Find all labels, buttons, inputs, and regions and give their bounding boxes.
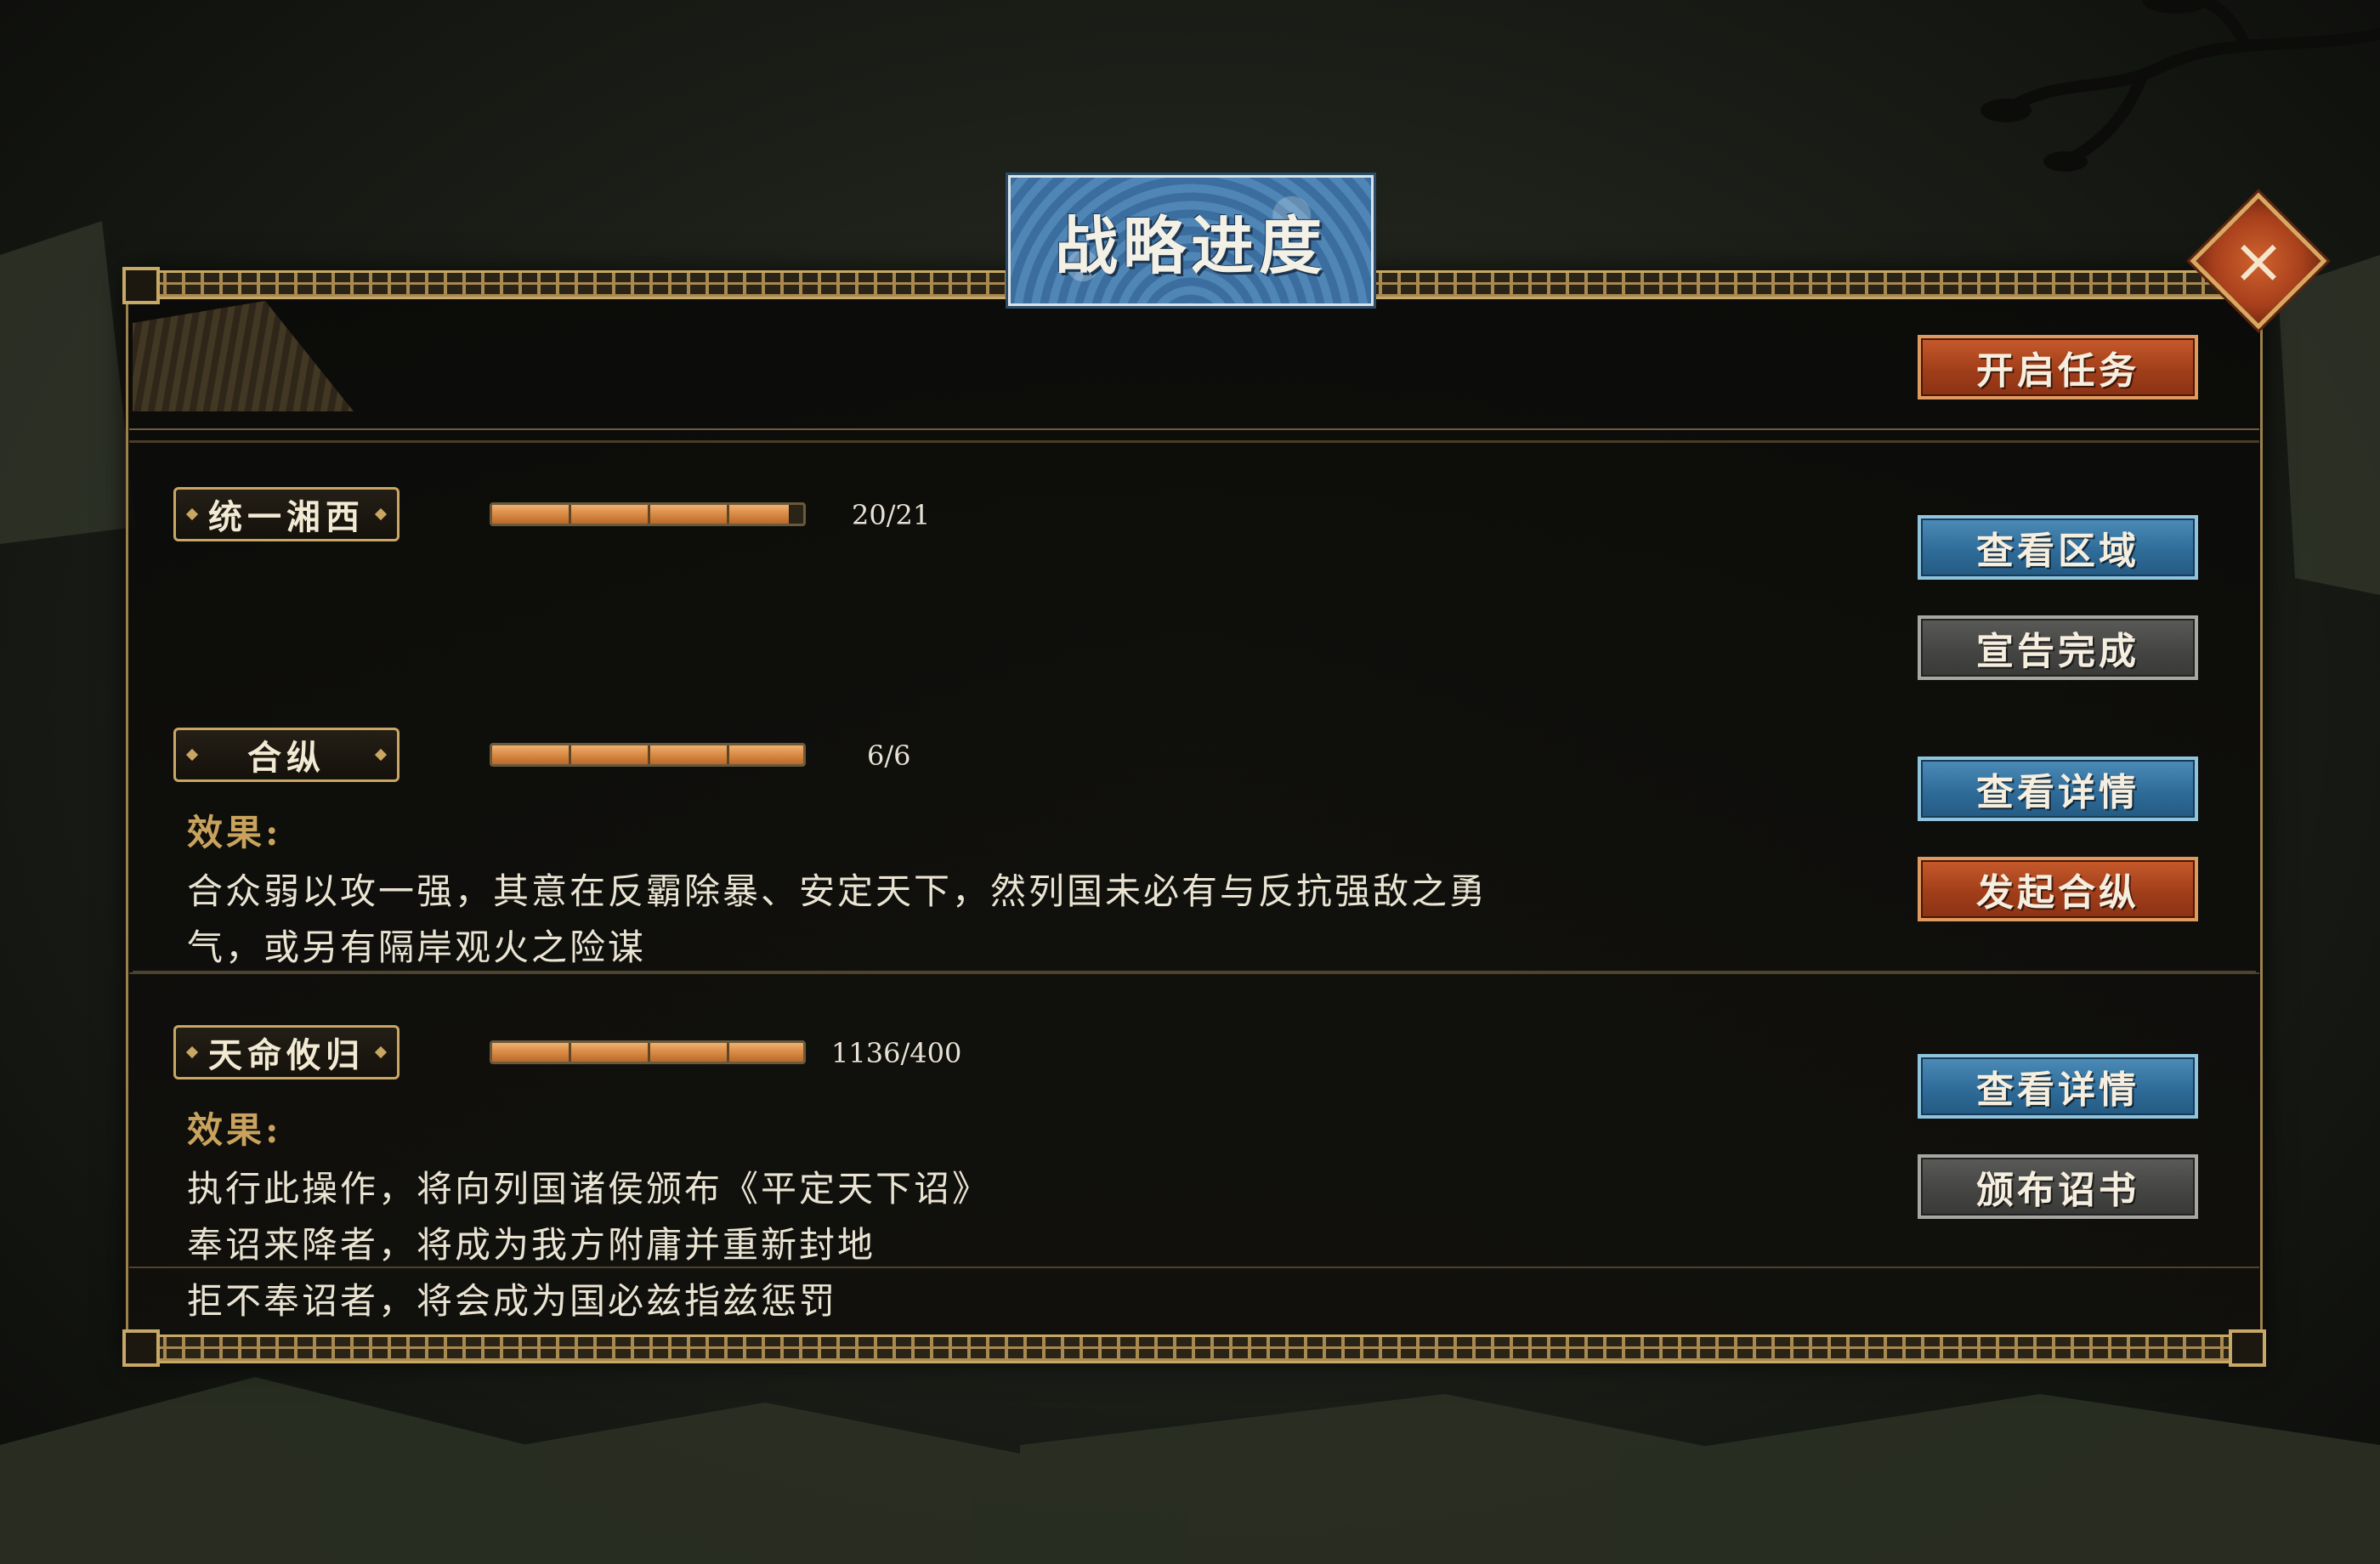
strategy-progress-panel: 开启任务 统一湘西 20/21 查看区域 宣告完成 合纵 6/6 效果: 合众弱… [122, 267, 2266, 1367]
declare-complete-button[interactable]: 宣告完成 [1918, 615, 2198, 680]
issue-edict-label: 颁布诏书 [1976, 1169, 2139, 1212]
section-divider [129, 1266, 2259, 1268]
effect-label: 效果: [187, 1109, 282, 1151]
effect-description-line: 执行此操作，将向列国诸侯颁布《平定天下诏》 [187, 1168, 991, 1210]
view-details-label: 查看详情 [1976, 771, 2139, 814]
corner-ornament [2229, 1329, 2266, 1367]
task-progress-bar [490, 1040, 806, 1064]
issue-edict-button[interactable]: 颁布诏书 [1918, 1154, 2198, 1219]
view-region-button[interactable]: 查看区域 [1918, 515, 2198, 580]
view-region-label: 查看区域 [1976, 530, 2139, 573]
task-progress-bar [490, 743, 806, 767]
task-progress-count: 1136/400 [831, 1037, 962, 1069]
start-task-label: 开启任务 [1976, 349, 2139, 393]
effect-description-line: 拒不奉诏者，将会成为国必兹指兹惩罚 [187, 1280, 838, 1319]
task-list-scroll[interactable]: 统一湘西 20/21 查看区域 宣告完成 合纵 6/6 效果: 合众弱以攻一强，… [129, 423, 2259, 1319]
task-progress-bar [490, 502, 806, 526]
book-scroll-decoration [133, 301, 354, 411]
task-progress-fill [492, 505, 789, 524]
effect-label: 效果: [187, 812, 282, 853]
task-progress-count: 6/6 [867, 740, 911, 772]
start-task-button[interactable]: 开启任务 [1918, 335, 2198, 400]
declare-complete-label: 宣告完成 [1976, 630, 2139, 673]
view-details-label: 查看详情 [1976, 1068, 2139, 1112]
panel-side-right [2260, 299, 2263, 1334]
launch-alliance-label: 发起合纵 [1976, 871, 2139, 915]
corner-ornament [122, 1329, 160, 1367]
task-name: 天命攸归 [208, 1035, 365, 1075]
task-name-plate: 合纵 [173, 728, 400, 782]
task-progress-count: 20/21 [852, 499, 931, 531]
panel-border-bottom [126, 1334, 2263, 1363]
effect-description-line: 合众弱以攻一强，其意在反霸除暴、安定天下，然列国未必有与反抗强敌之勇 [187, 870, 1488, 912]
task-name: 统一湘西 [208, 497, 365, 537]
title-plaque: 战略进度 [1006, 173, 1376, 309]
effect-description-line: 奉诏来降者，将成为我方附庸并重新封地 [187, 1224, 876, 1266]
corner-ornament [122, 267, 160, 304]
panel-side-left [126, 299, 128, 1334]
task-name-plate: 天命攸归 [173, 1025, 400, 1080]
task-name: 合纵 [247, 738, 326, 778]
effect-description-line: 气，或另有隔岸观火之险谋 [187, 926, 647, 968]
view-details-button[interactable]: 查看详情 [1918, 1054, 2198, 1119]
section-divider [129, 972, 2259, 974]
task-name-plate: 统一湘西 [173, 487, 400, 541]
launch-alliance-button[interactable]: 发起合纵 [1918, 857, 2198, 921]
view-details-button[interactable]: 查看详情 [1918, 756, 2198, 821]
close-x-icon: × [2231, 224, 2286, 298]
page-title: 战略进度 [1055, 209, 1327, 283]
